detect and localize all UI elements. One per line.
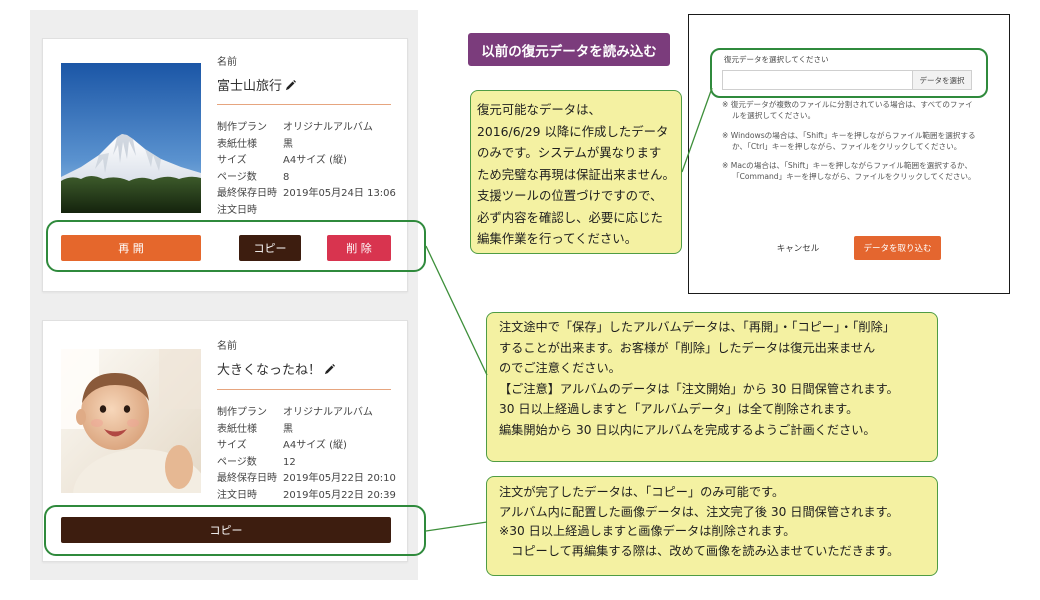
callout-line: 注文が完了したデータは、「コピー」のみ可能です。 <box>499 485 785 499</box>
ordered-album-button-highlight <box>44 505 426 556</box>
import-data-button[interactable]: データを取り込む <box>854 236 941 260</box>
detail-row: サイズ A4サイズ (縦) <box>217 438 403 455</box>
detail-value: A4サイズ (縦) <box>283 440 347 451</box>
callout-line: 復元可能なデータは、 <box>477 102 601 117</box>
callout-line: アルバム内に配置した画像データは、注文完了後 30 日間保管されます。 <box>499 504 899 519</box>
detail-value: 2019年05月22日 20:10 <box>283 473 396 484</box>
detail-value: A4サイズ (縦) <box>283 155 347 166</box>
callout-line: のでご注意ください。 <box>499 361 621 375</box>
restore-data-dialog: 復元データを選択してください データを選択 ※ 復元データが複数のファイルに分割… <box>688 14 1010 294</box>
detail-value: 12 <box>283 456 296 468</box>
note-text: ※ 復元データが複数のファイルに分割されている場合は、すべてのファイルを選択して… <box>722 100 973 120</box>
detail-row: 制作プラン オリジナルアルバム <box>217 405 403 422</box>
detail-row: 制作プラン オリジナルアルバム <box>217 120 403 137</box>
ordered-album-callout: 注文が完了したデータは、「コピー」のみ可能です。 アルバム内に配置した画像データ… <box>486 476 938 576</box>
detail-label: 表紙仕様 <box>217 138 257 150</box>
detail-label: ページ数 <box>217 171 257 183</box>
saved-album-callout: 注文途中で「保存」したアルバムデータは、「再開」・「コピー」・「削除」 すること… <box>486 312 938 462</box>
load-restore-data-button[interactable]: 以前の復元データを読み込む <box>468 33 670 66</box>
name-label: 名前 <box>217 341 237 352</box>
detail-value: 黒 <box>283 423 293 435</box>
title-divider <box>217 389 391 390</box>
select-data-button[interactable]: データを選択 <box>912 70 972 90</box>
detail-row: 表紙仕様 黒 <box>217 422 403 439</box>
album-details: 制作プラン オリジナルアルバム 表紙仕様黒 サイズ A4サイズ (縦) ページ数 8 … <box>217 120 403 219</box>
callout-line: 編集開始から 30 日以内にアルバムを完成するようご計画ください。 <box>499 422 876 437</box>
cancel-button[interactable]: キャンセル <box>752 236 844 260</box>
baby-photo <box>61 349 201 493</box>
detail-value: 8 <box>283 171 290 183</box>
note-text: ※ Windowsの場合は、「Shift」キーを押しながらファイル範囲を選択する… <box>722 130 976 151</box>
detail-label: ページ数 <box>217 456 257 468</box>
pencil-icon[interactable] <box>324 364 336 375</box>
detail-row: 最終保存日時 2019年05月22日 20:10 <box>217 471 403 488</box>
detail-row: 最終保存日時 2019年05月24日 13:06 <box>217 186 403 203</box>
detail-row: ページ数 8 <box>217 170 403 187</box>
detail-value: 2019年05月22日 20:39 <box>283 489 396 501</box>
detail-value: 2019年05月24日 13:06 <box>283 188 396 199</box>
connector-line <box>425 245 488 376</box>
detail-label: 注文日時 <box>217 489 257 501</box>
detail-label: 注文日時 <box>217 204 257 216</box>
title-divider <box>217 104 391 105</box>
saved-album-buttons-highlight <box>46 220 426 272</box>
detail-label: 最終保存日時 <box>217 473 277 484</box>
detail-label: サイズ <box>217 155 247 166</box>
album-title: 大きくなったね！ <box>217 363 336 379</box>
detail-row: 注文日時 2019年05月22日 20:39 <box>217 488 403 505</box>
album-title: 富士山旅行 <box>217 79 297 95</box>
callout-line: 編集作業を行ってください。 <box>477 231 638 246</box>
detail-value: 黒 <box>283 138 293 150</box>
note-text: ※ Macの場合は、「Shift」キーを押しながらファイル範囲を選択するか、「C… <box>722 161 976 181</box>
album-title-text: 大きくなったね！ <box>217 363 322 378</box>
detail-row: 注文日時 <box>217 203 403 220</box>
callout-line: することが出来ます。お客様が「削除」したデータは復元出来ません <box>499 340 876 355</box>
album-title-text: 富士山旅行 <box>217 79 283 94</box>
restore-info-callout: 復元可能なデータは、 2016/6/29 以降に作成したデータ のみです。システ… <box>470 90 682 254</box>
callout-line: のみです。システムが異なります <box>477 145 662 160</box>
detail-label: 最終保存日時 <box>217 188 277 199</box>
detail-label: 制作プラン <box>217 407 267 418</box>
detail-label: 制作プラン <box>217 122 267 133</box>
album-details: 制作プラン オリジナルアルバム 表紙仕様 黒 サイズ A4サイズ (縦) ページ数 12… <box>217 405 403 504</box>
detail-label: サイズ <box>217 440 247 451</box>
callout-line: 注文途中で「保存」したアルバムデータは、「再開」・「コピー」・「削除」 <box>499 320 895 334</box>
callout-line: 2016/6/29 以降に作成したデータ <box>477 123 669 139</box>
callout-line: ※30 日以上経過しますと画像データは削除されます。 <box>499 524 796 538</box>
detail-value: オリジナルアルバム <box>283 407 373 418</box>
detail-row: ページ数 12 <box>217 455 403 472</box>
file-select-notes: ※ 復元データが複数のファイルに分割されている場合は、すべてのファイルを選択して… <box>722 99 976 191</box>
callout-line: ため完璧な再現は保証出来ません。 <box>477 166 675 182</box>
detail-row: 表紙仕様 黒 <box>217 137 403 154</box>
callout-line: 30 日以上経過しますと「アルバムデータ」は全て削除されます。 <box>499 402 859 416</box>
file-path-input[interactable] <box>722 70 913 90</box>
file-select-label: 復元データを選択してください <box>724 55 829 64</box>
detail-label: 表紙仕様 <box>217 423 257 435</box>
callout-line: 支援ツールの位置づけですので、 <box>477 188 663 203</box>
detail-row: サイズ A4サイズ (縦) <box>217 153 403 170</box>
callout-line: コピーして再編集する際は、改めて画像を読み込ませていただきます。 <box>499 543 900 558</box>
callout-line: 必ず内容を確認し、必要に応じた <box>477 209 663 225</box>
mount-fuji-photo <box>61 63 201 213</box>
detail-value: オリジナルアルバム <box>283 122 373 133</box>
pencil-icon[interactable] <box>285 80 297 91</box>
callout-line: 【ご注意】アルバムのデータは「注文開始」から 30 日間保管されます。 <box>499 381 899 396</box>
connector-line <box>425 521 488 532</box>
name-label: 名前 <box>217 57 237 68</box>
